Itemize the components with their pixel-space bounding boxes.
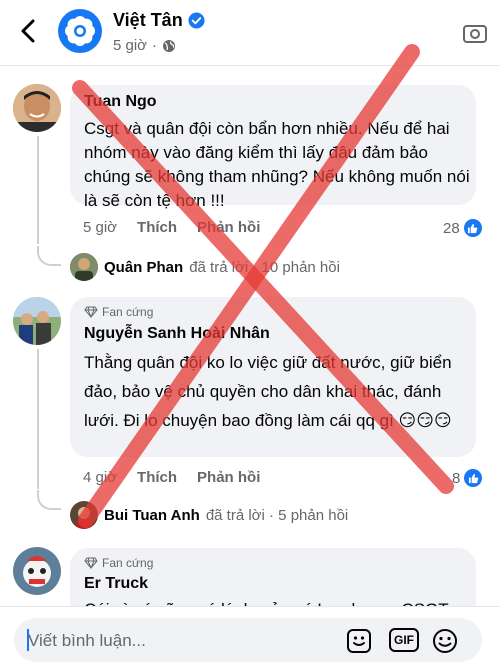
comment-author[interactable]: Er Truck bbox=[84, 575, 148, 593]
fan-badge: Fan cứng bbox=[84, 305, 153, 319]
comment-author[interactable]: Nguyễn Sanh Hoài Nhân bbox=[84, 325, 270, 343]
diamond-icon bbox=[84, 306, 98, 318]
gif-button[interactable]: GIF bbox=[389, 628, 419, 652]
user-photo bbox=[70, 501, 98, 529]
comment-time: 5 giờ bbox=[83, 219, 118, 236]
reply-info: đã trả lời · 5 phản hồi bbox=[205, 506, 349, 524]
thread-connector bbox=[37, 490, 61, 510]
comment-author[interactable]: Tuan Ngo bbox=[84, 93, 157, 111]
comment-actions: 4 giờ Thích Phản hồi bbox=[83, 469, 260, 486]
avatar[interactable] bbox=[13, 84, 61, 132]
avatar[interactable] bbox=[13, 547, 61, 595]
flower-logo-icon bbox=[63, 14, 97, 48]
comment-actions: 5 giờ Thích Phản hồi bbox=[83, 219, 260, 236]
back-arrow-icon[interactable] bbox=[14, 16, 44, 46]
user-photo bbox=[13, 547, 61, 595]
comment-placeholder: Viết bình luận... bbox=[28, 631, 146, 650]
sticker-icon[interactable] bbox=[345, 628, 373, 654]
reply-summary[interactable]: Quân Phan đã trả lời · 10 phản hồi bbox=[70, 253, 340, 281]
thread-line bbox=[37, 349, 39, 489]
avatar bbox=[70, 253, 98, 281]
reply-button[interactable]: Phản hồi bbox=[197, 469, 260, 486]
like-reaction-icon bbox=[463, 219, 482, 237]
diamond-icon bbox=[84, 557, 98, 569]
page-header: Việt Tân 5 giờ · bbox=[0, 0, 500, 66]
thread-line bbox=[37, 136, 39, 244]
reply-author[interactable]: Bui Tuan Anh bbox=[104, 507, 200, 524]
fan-badge: Fan cứng bbox=[84, 556, 153, 570]
page-name[interactable]: Việt Tân bbox=[113, 10, 183, 31]
camera-icon[interactable] bbox=[462, 20, 488, 46]
comment-composer: Viết bình luận... GIF bbox=[0, 606, 500, 668]
like-reaction-icon bbox=[464, 469, 483, 487]
post-meta: 5 giờ · bbox=[113, 37, 176, 54]
comment-text: Csgt và quân đội còn bẩn hơn nhiều. Nếu … bbox=[84, 119, 470, 210]
avatar[interactable] bbox=[13, 297, 61, 345]
like-button[interactable]: Thích bbox=[137, 219, 177, 236]
thread-connector bbox=[37, 246, 61, 266]
user-photo bbox=[70, 253, 98, 281]
reaction-number: 28 bbox=[443, 219, 460, 237]
comment-bubble[interactable]: Tuan Ngo Csgt và quân đội còn bẩn hơn nh… bbox=[70, 85, 476, 210]
reply-author[interactable]: Quân Phan bbox=[104, 259, 183, 276]
avatar bbox=[70, 501, 98, 529]
comment-time: 4 giờ bbox=[83, 469, 118, 486]
reaction-count[interactable]: 8 bbox=[452, 469, 483, 487]
page-avatar[interactable] bbox=[58, 9, 102, 53]
comment-bubble[interactable]: Fan cứng Nguyễn Sanh Hoài Nhân Thằng quâ… bbox=[70, 297, 476, 457]
reply-summary[interactable]: Bui Tuan Anh đã trả lời · 5 phản hồi bbox=[70, 501, 348, 529]
emoji-icon[interactable] bbox=[431, 628, 459, 654]
badge-label: Fan cứng bbox=[102, 556, 154, 570]
badge-label: Fan cứng bbox=[102, 305, 154, 319]
reaction-number: 8 bbox=[452, 469, 461, 487]
user-photo bbox=[13, 84, 61, 132]
reaction-count[interactable]: 28 bbox=[443, 219, 482, 237]
like-button[interactable]: Thích bbox=[137, 469, 177, 486]
reply-info: đã trả lời · 10 phản hồi bbox=[189, 258, 340, 276]
post-time: 5 giờ bbox=[113, 37, 148, 54]
page-title[interactable]: Việt Tân bbox=[113, 10, 205, 31]
comment-text: Thằng quân đội ko lo việc giữ đất nước, … bbox=[84, 353, 452, 430]
user-photo bbox=[13, 297, 61, 345]
globe-icon bbox=[163, 39, 176, 52]
reply-button[interactable]: Phản hồi bbox=[197, 219, 260, 236]
verified-badge-icon bbox=[188, 12, 205, 29]
